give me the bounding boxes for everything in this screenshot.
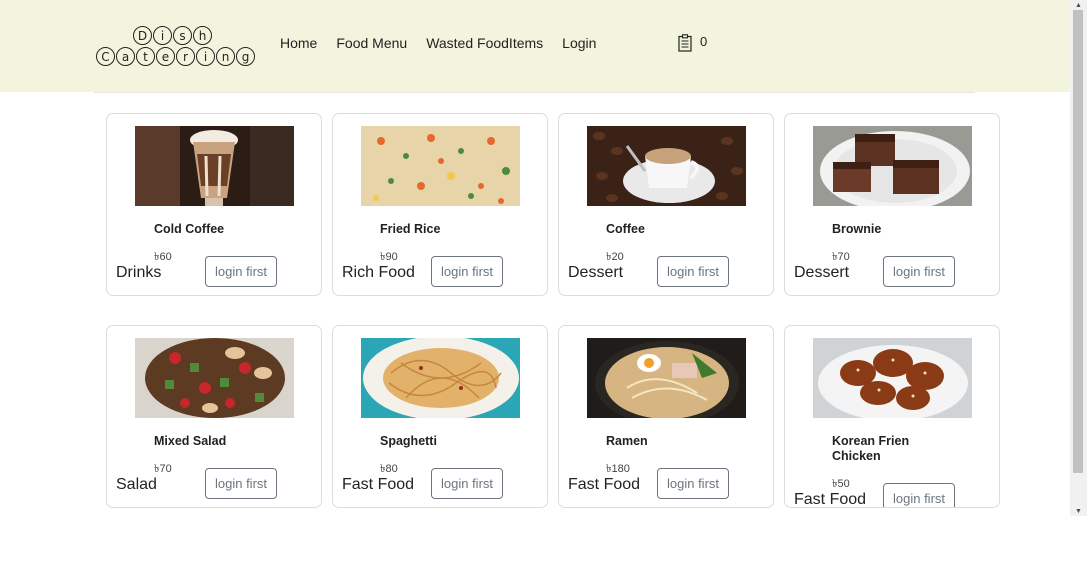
brand-line-dish: D i s h (133, 26, 256, 45)
brand-letter: t (136, 47, 155, 66)
product-category: Drinks (116, 264, 162, 281)
main-nav: Home Food Menu Wasted FoodItems Login (280, 35, 615, 51)
coffee-image (587, 126, 746, 206)
brand-letter: C (96, 47, 115, 66)
login-first-button[interactable]: login first (883, 256, 955, 287)
korean-chicken-image (813, 338, 972, 418)
brand-letter: r (176, 47, 195, 66)
product-card-brownie: Brownie ৳70 Dessert login first (784, 113, 1000, 296)
nav-wasted-food-link[interactable]: Wasted FoodItems (426, 35, 543, 51)
product-name: Fried Rice (380, 222, 441, 236)
navbar-divider (94, 92, 975, 93)
brand-letter: s (173, 26, 192, 45)
product-name: Brownie (832, 222, 882, 236)
product-category: Fast Food (794, 491, 867, 508)
brand-logo[interactable]: D i s h C a t e r i n g (96, 26, 256, 66)
product-category: Fast Food (568, 476, 641, 493)
ramen-image (587, 338, 746, 418)
product-name: Cold Coffee (154, 222, 225, 236)
login-first-button[interactable]: login first (431, 256, 503, 287)
cold-coffee-image (135, 126, 294, 206)
product-name: Coffee (606, 222, 645, 236)
page-scrollbar[interactable]: ▲ ▼ (1070, 0, 1087, 516)
clipboard-list-icon (678, 34, 692, 52)
fried-rice-image (361, 126, 520, 206)
scrollbar-thumb[interactable] (1073, 10, 1083, 473)
brand-letter: e (156, 47, 175, 66)
login-first-button[interactable]: login first (657, 256, 729, 287)
product-name: Korean Frien Chicken (832, 434, 910, 463)
nav-food-menu-link[interactable]: Food Menu (336, 35, 407, 51)
spaghetti-image (361, 338, 520, 418)
brand-line-catering: C a t e r i n g (96, 47, 256, 66)
brand-letter: g (236, 47, 255, 66)
mixed-salad-image (135, 338, 294, 418)
product-card-coffee: Coffee ৳20 Dessert login first (558, 113, 774, 296)
cart-count: 0 (700, 34, 708, 49)
product-card-ramen: Ramen ৳180 Fast Food login first (558, 325, 774, 508)
login-first-button[interactable]: login first (205, 256, 277, 287)
nav-login-link[interactable]: Login (562, 35, 596, 51)
product-category: Dessert (568, 264, 624, 281)
product-card-korean-chicken: Korean Frien Chicken ৳50 Fast Food login… (784, 325, 1000, 508)
product-category: Fast Food (342, 476, 415, 493)
product-name: Mixed Salad (154, 434, 227, 448)
product-card-spaghetti: Spaghetti ৳80 Fast Food login first (332, 325, 548, 508)
brand-letter: D (133, 26, 152, 45)
navbar: D i s h C a t e r i n g Home Food Menu W… (0, 0, 1070, 92)
product-category: Rich Food (342, 264, 415, 281)
brand-letter: h (193, 26, 212, 45)
product-card-fried-rice: Fried Rice ৳90 Rich Food login first (332, 113, 548, 296)
product-name: Ramen (606, 434, 648, 448)
login-first-button[interactable]: login first (431, 468, 503, 499)
product-category: Dessert (794, 264, 850, 281)
nav-home-link[interactable]: Home (280, 35, 317, 51)
login-first-button[interactable]: login first (883, 483, 955, 507)
scroll-up-arrow-icon[interactable]: ▲ (1070, 0, 1087, 10)
login-first-button[interactable]: login first (657, 468, 729, 499)
scroll-down-arrow-icon[interactable]: ▼ (1070, 506, 1087, 516)
cart-button[interactable]: 0 (678, 34, 707, 52)
product-category: Salad (116, 476, 157, 493)
brand-letter: a (116, 47, 135, 66)
login-first-button[interactable]: login first (205, 468, 277, 499)
product-card-mixed-salad: Mixed Salad ৳70 Salad login first (106, 325, 322, 508)
brand-letter: i (153, 26, 172, 45)
product-name: Spaghetti (380, 434, 437, 448)
brand-letter: n (216, 47, 235, 66)
brand-letter: i (196, 47, 215, 66)
product-card-cold-coffee: Cold Coffee ৳60 Drinks login first (106, 113, 322, 296)
brownie-image (813, 126, 972, 206)
